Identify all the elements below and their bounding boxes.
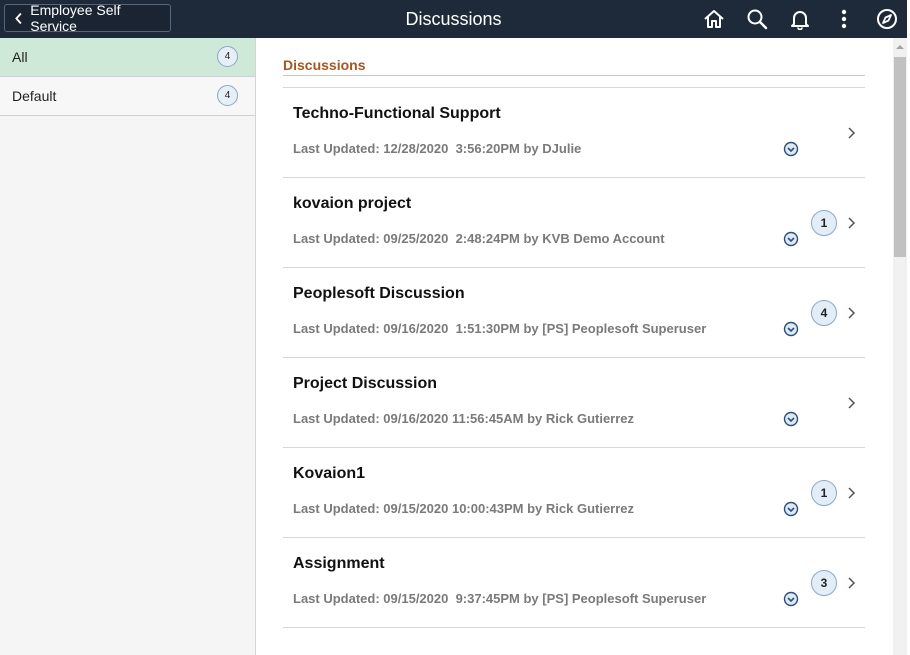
reply-count-badge: 1 bbox=[811, 210, 837, 236]
expand-circle-down-icon[interactable] bbox=[783, 231, 799, 247]
discussion-title: Techno-Functional Support bbox=[293, 105, 501, 122]
discussion-title: kovaion project bbox=[293, 195, 412, 212]
chevron-right-icon[interactable] bbox=[846, 216, 858, 230]
expand-circle-down-icon[interactable] bbox=[783, 141, 799, 157]
discussion-last-updated: Last Updated: 09/16/2020 11:56:45AM by R… bbox=[293, 411, 635, 426]
home-icon[interactable] bbox=[702, 7, 726, 31]
discussion-title: Kovaion1 bbox=[293, 465, 366, 482]
discussion-row[interactable]: kovaion project Last Updated: 09/25/2020 … bbox=[283, 177, 865, 267]
discussion-row[interactable]: Techno-Functional Support Last Updated: 1… bbox=[283, 87, 865, 177]
discussion-title: Peoplesoft Discussion bbox=[293, 285, 465, 302]
reply-count-badge: 4 bbox=[811, 300, 837, 326]
expand-circle-down-icon[interactable] bbox=[783, 411, 799, 427]
chevron-right-icon[interactable] bbox=[846, 396, 858, 410]
search-icon[interactable] bbox=[745, 7, 769, 31]
divider bbox=[283, 627, 865, 628]
compass-icon[interactable] bbox=[875, 7, 899, 31]
scrollbar-thumb[interactable] bbox=[894, 57, 906, 257]
discussion-last-updated: Last Updated: 12/28/2020 3:56:20PM by DJ… bbox=[293, 141, 582, 156]
discussion-row[interactable]: Kovaion1 Last Updated: 09/15/2020 10:00:4… bbox=[283, 447, 865, 537]
chevron-left-icon bbox=[15, 12, 22, 24]
discussion-title: Project Discussion bbox=[293, 375, 438, 392]
discussion-row[interactable]: Assignment Last Updated: 09/15/2020 9:37:… bbox=[283, 537, 865, 627]
chevron-right-icon[interactable] bbox=[846, 306, 858, 320]
chevron-right-icon[interactable] bbox=[846, 486, 858, 500]
section-title: Discussions bbox=[283, 57, 366, 73]
sidebar-item-label: Default bbox=[12, 88, 57, 104]
discussion-last-updated: Last Updated: 09/15/2020 10:00:43PM by R… bbox=[293, 501, 635, 516]
expand-circle-down-icon[interactable] bbox=[783, 501, 799, 517]
back-button[interactable]: Employee Self Service bbox=[4, 2, 171, 34]
sidebar-item-all[interactable]: All 4 bbox=[0, 38, 255, 77]
discussion-row[interactable]: Project Discussion Last Updated: 09/16/20… bbox=[283, 357, 865, 447]
reply-count-badge: 1 bbox=[811, 480, 837, 506]
discussion-last-updated: Last Updated: 09/25/2020 2:48:24PM by KV… bbox=[293, 231, 665, 246]
count-badge: 4 bbox=[217, 85, 238, 106]
divider bbox=[283, 75, 865, 76]
count-badge: 4 bbox=[217, 46, 238, 67]
discussion-list: Techno-Functional Support Last Updated: 1… bbox=[283, 87, 865, 628]
discussion-last-updated: Last Updated: 09/15/2020 9:37:45PM by [P… bbox=[293, 591, 707, 606]
expand-circle-down-icon[interactable] bbox=[783, 321, 799, 337]
chevron-right-icon[interactable] bbox=[846, 576, 858, 590]
main-content: Discussions Techno-Functional Support Las… bbox=[256, 38, 893, 655]
discussion-title: Assignment bbox=[293, 555, 385, 572]
sidebar: All 4 Default 4 bbox=[0, 38, 256, 655]
discussion-row[interactable]: Peoplesoft Discussion Last Updated: 09/16… bbox=[283, 267, 865, 357]
more-vertical-icon[interactable] bbox=[832, 7, 856, 31]
back-button-label: Employee Self Service bbox=[30, 2, 121, 34]
discussion-last-updated: Last Updated: 09/16/2020 1:51:30PM by [P… bbox=[293, 321, 707, 336]
reply-count-badge: 3 bbox=[811, 570, 837, 596]
sidebar-item-label: All bbox=[12, 49, 28, 65]
header-bar: Employee Self Service Discussions bbox=[0, 0, 907, 38]
bell-icon[interactable] bbox=[788, 7, 812, 31]
expand-circle-down-icon[interactable] bbox=[783, 591, 799, 607]
chevron-right-icon[interactable] bbox=[846, 126, 858, 140]
scroll-up-icon[interactable] bbox=[894, 41, 906, 53]
sidebar-item-default[interactable]: Default 4 bbox=[0, 77, 255, 116]
